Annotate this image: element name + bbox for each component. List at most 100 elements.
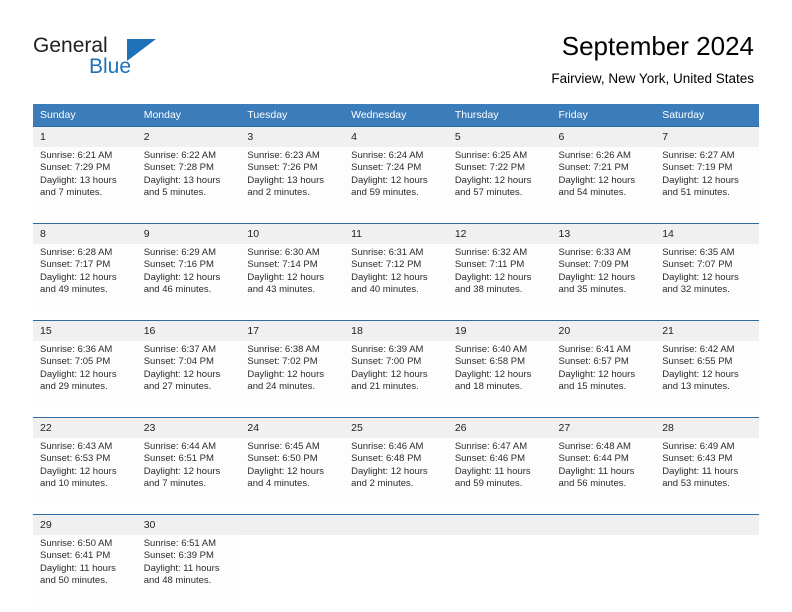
sunset-text: Sunset: 7:05 PM — [40, 356, 111, 368]
sunset-text: Sunset: 7:17 PM — [40, 259, 111, 271]
day-cell[interactable]: Sunrise: 6:36 AM Sunset: 7:05 PM Dayligh… — [33, 341, 137, 408]
week-row-daynums: 15 16 17 18 19 20 21 — [33, 320, 759, 341]
day-number[interactable]: 30 — [136, 514, 241, 535]
day-number[interactable]: 7 — [655, 126, 759, 147]
daylight-text-line1: Daylight: 12 hours — [662, 271, 739, 283]
day-number[interactable]: 15 — [33, 320, 137, 341]
daylight-text-line1: Daylight: 12 hours — [247, 368, 324, 380]
day-number[interactable]: 9 — [136, 223, 241, 244]
day-cell[interactable]: Sunrise: 6:27 AM Sunset: 7:19 PM Dayligh… — [655, 147, 759, 214]
daylight-text-line2: and 29 minutes. — [40, 381, 108, 393]
sunset-text: Sunset: 7:02 PM — [247, 356, 318, 368]
day-cell-empty — [447, 535, 552, 602]
sunrise-text: Sunrise: 6:32 AM — [454, 247, 528, 258]
day-cell[interactable]: Sunrise: 6:37 AM Sunset: 7:04 PM Dayligh… — [136, 341, 241, 408]
day-cell[interactable]: Sunrise: 6:22 AM Sunset: 7:28 PM Dayligh… — [136, 147, 241, 214]
day-number[interactable]: 23 — [136, 417, 241, 438]
sunrise-text: Sunrise: 6:41 AM — [558, 344, 631, 355]
sunrise-text: Sunrise: 6:31 AM — [351, 247, 424, 258]
day-number[interactable]: 10 — [240, 223, 345, 244]
day-cell[interactable]: Sunrise: 6:32 AM Sunset: 7:11 PM Dayligh… — [447, 244, 552, 311]
day-cell[interactable]: Sunrise: 6:38 AM Sunset: 7:02 PM Dayligh… — [240, 341, 345, 408]
general-blue-logo[interactable]: General Blue — [33, 34, 233, 84]
sunset-text: Sunset: 7:24 PM — [351, 162, 422, 174]
week-row-daynums: 8 9 10 11 12 13 14 — [33, 223, 759, 244]
sunset-text: Sunset: 7:00 PM — [351, 356, 422, 368]
day-number[interactable]: 13 — [551, 223, 656, 244]
week-row-details: Sunrise: 6:43 AM Sunset: 6:53 PM Dayligh… — [33, 438, 759, 505]
day-number[interactable]: 12 — [447, 223, 552, 244]
day-cell[interactable]: Sunrise: 6:25 AM Sunset: 7:22 PM Dayligh… — [447, 147, 552, 214]
day-number[interactable]: 3 — [240, 126, 345, 147]
sunset-text: Sunset: 7:16 PM — [143, 259, 214, 271]
daylight-text-line2: and 7 minutes. — [40, 187, 103, 199]
daylight-text-line2: and 15 minutes. — [558, 381, 627, 393]
day-cell[interactable]: Sunrise: 6:24 AM Sunset: 7:24 PM Dayligh… — [344, 147, 448, 214]
day-number[interactable]: 21 — [655, 320, 759, 341]
calendar-grid: Sunday Monday Tuesday Wednesday Thursday… — [33, 104, 759, 602]
day-number[interactable]: 25 — [344, 417, 448, 438]
week-spacer-cell — [33, 505, 759, 515]
sunrise-text: Sunrise: 6:51 AM — [143, 538, 217, 549]
daylight-text-line2: and 56 minutes. — [558, 478, 627, 490]
day-number[interactable]: 29 — [33, 514, 137, 535]
title-block: September 2024 Fairview, New York, Unite… — [551, 30, 754, 89]
weekday-header-row: Sunday Monday Tuesday Wednesday Thursday… — [33, 104, 759, 127]
day-number[interactable]: 28 — [655, 417, 759, 438]
day-number[interactable]: 11 — [344, 223, 448, 244]
week-spacer — [33, 408, 759, 418]
day-number[interactable]: 26 — [447, 417, 552, 438]
day-number[interactable]: 4 — [344, 126, 448, 147]
week-row-daynums: 1 2 3 4 5 6 7 — [33, 126, 759, 147]
day-number[interactable]: 1 — [33, 126, 137, 147]
day-cell[interactable]: Sunrise: 6:40 AM Sunset: 6:58 PM Dayligh… — [447, 341, 552, 408]
sunrise-text: Sunrise: 6:23 AM — [247, 150, 320, 161]
daylight-text-line2: and 43 minutes. — [247, 284, 316, 296]
daylight-text-line1: Daylight: 12 hours — [662, 368, 739, 380]
day-cell[interactable]: Sunrise: 6:29 AM Sunset: 7:16 PM Dayligh… — [136, 244, 241, 311]
daylight-text-line1: Daylight: 12 hours — [40, 368, 117, 380]
day-number[interactable]: 8 — [33, 223, 137, 244]
day-cell[interactable]: Sunrise: 6:41 AM Sunset: 6:57 PM Dayligh… — [551, 341, 656, 408]
day-cell[interactable]: Sunrise: 6:50 AM Sunset: 6:41 PM Dayligh… — [33, 535, 137, 602]
day-number[interactable]: 17 — [240, 320, 345, 341]
day-cell[interactable]: Sunrise: 6:43 AM Sunset: 6:53 PM Dayligh… — [33, 438, 137, 505]
day-cell[interactable]: Sunrise: 6:26 AM Sunset: 7:21 PM Dayligh… — [551, 147, 656, 214]
day-number[interactable]: 18 — [344, 320, 448, 341]
day-number[interactable]: 27 — [551, 417, 656, 438]
day-cell[interactable]: Sunrise: 6:44 AM Sunset: 6:51 PM Dayligh… — [136, 438, 241, 505]
day-number[interactable]: 16 — [136, 320, 241, 341]
day-number[interactable]: 14 — [655, 223, 759, 244]
sunrise-text: Sunrise: 6:30 AM — [247, 247, 320, 258]
sunrise-text: Sunrise: 6:44 AM — [143, 441, 217, 452]
day-cell-empty — [551, 535, 656, 602]
day-number[interactable]: 5 — [447, 126, 552, 147]
day-number[interactable]: 19 — [447, 320, 552, 341]
day-cell[interactable]: Sunrise: 6:48 AM Sunset: 6:44 PM Dayligh… — [551, 438, 656, 505]
day-cell[interactable]: Sunrise: 6:31 AM Sunset: 7:12 PM Dayligh… — [344, 244, 448, 311]
day-number-empty — [447, 514, 552, 535]
day-number[interactable]: 20 — [551, 320, 656, 341]
day-number[interactable]: 2 — [136, 126, 241, 147]
sunrise-text: Sunrise: 6:35 AM — [662, 247, 735, 258]
day-cell[interactable]: Sunrise: 6:21 AM Sunset: 7:29 PM Dayligh… — [33, 147, 137, 214]
week-spacer — [33, 311, 759, 321]
day-cell[interactable]: Sunrise: 6:39 AM Sunset: 7:00 PM Dayligh… — [344, 341, 448, 408]
day-number[interactable]: 6 — [551, 126, 656, 147]
sunset-text: Sunset: 7:26 PM — [247, 162, 318, 174]
day-cell[interactable]: Sunrise: 6:51 AM Sunset: 6:39 PM Dayligh… — [136, 535, 241, 602]
daylight-text-line1: Daylight: 12 hours — [662, 174, 739, 186]
day-cell[interactable]: Sunrise: 6:45 AM Sunset: 6:50 PM Dayligh… — [240, 438, 345, 505]
day-cell[interactable]: Sunrise: 6:46 AM Sunset: 6:48 PM Dayligh… — [344, 438, 448, 505]
day-cell[interactable]: Sunrise: 6:42 AM Sunset: 6:55 PM Dayligh… — [655, 341, 759, 408]
day-cell[interactable]: Sunrise: 6:28 AM Sunset: 7:17 PM Dayligh… — [33, 244, 137, 311]
day-cell[interactable]: Sunrise: 6:49 AM Sunset: 6:43 PM Dayligh… — [655, 438, 759, 505]
day-number[interactable]: 24 — [240, 417, 345, 438]
day-cell[interactable]: Sunrise: 6:23 AM Sunset: 7:26 PM Dayligh… — [240, 147, 345, 214]
day-cell[interactable]: Sunrise: 6:30 AM Sunset: 7:14 PM Dayligh… — [240, 244, 345, 311]
day-cell[interactable]: Sunrise: 6:47 AM Sunset: 6:46 PM Dayligh… — [447, 438, 552, 505]
day-number[interactable]: 22 — [33, 417, 137, 438]
day-cell[interactable]: Sunrise: 6:35 AM Sunset: 7:07 PM Dayligh… — [655, 244, 759, 311]
week-spacer-cell — [33, 214, 759, 224]
day-cell[interactable]: Sunrise: 6:33 AM Sunset: 7:09 PM Dayligh… — [551, 244, 656, 311]
